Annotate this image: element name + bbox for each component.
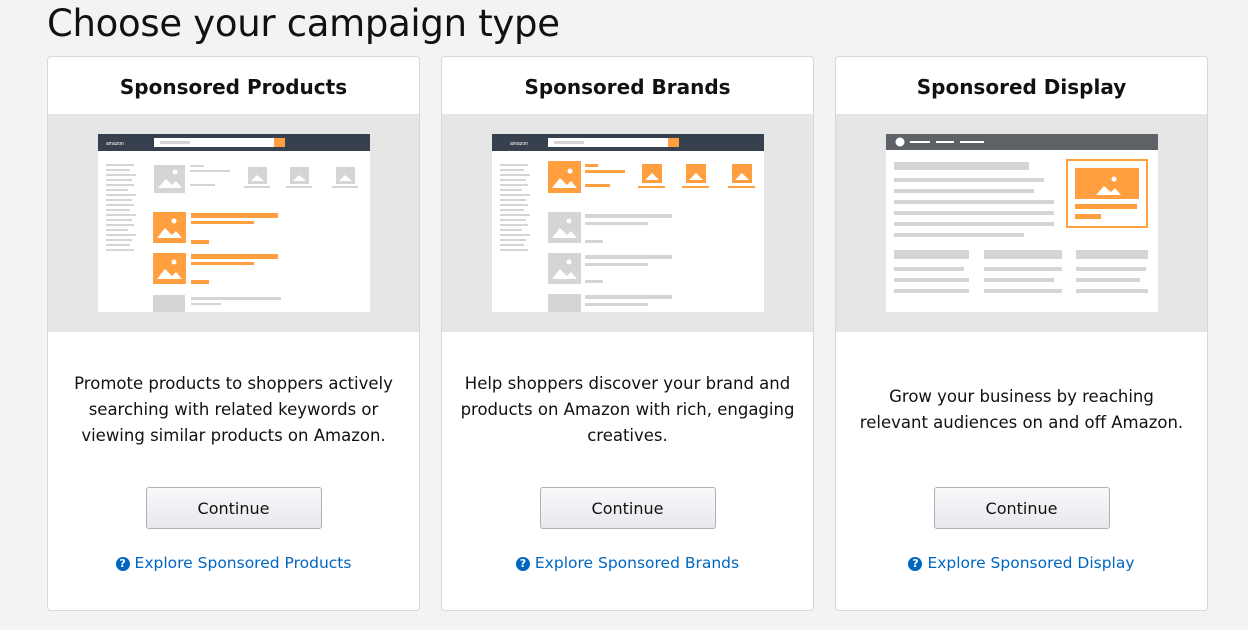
question-circle-icon: ? (908, 557, 923, 571)
card-description: Grow your business by reaching relevant … (859, 386, 1184, 432)
card-title: Sponsored Products (119, 75, 348, 99)
continue-button-sponsored-brands[interactable]: Continue (539, 487, 716, 529)
sponsored-products-illustration: amazon (48, 114, 419, 332)
continue-button-sponsored-display[interactable]: Continue (933, 487, 1110, 529)
card-description: Promote products to shoppers actively se… (74, 373, 393, 445)
explore-sponsored-display-link[interactable]: ? Explore Sponsored Display (836, 554, 1207, 572)
card-sponsored-display: Sponsored Display Grow your business by … (835, 56, 1208, 611)
question-circle-icon: ? (515, 557, 530, 571)
sponsored-display-illustration (836, 114, 1207, 332)
sponsored-brands-illustration: amazon (442, 114, 813, 332)
explore-link-label: Explore Sponsored Display (927, 554, 1135, 572)
card-title: Sponsored Brands (524, 75, 731, 99)
mock-amazon-logo: amazon (510, 141, 528, 147)
mock-amazon-logo: amazon (106, 141, 124, 147)
continue-button-sponsored-products[interactable]: Continue (145, 487, 322, 529)
card-sponsored-products: Sponsored Products amazon Promote produc… (47, 56, 420, 611)
card-title: Sponsored Display (916, 75, 1127, 99)
explore-sponsored-products-link[interactable]: ? Explore Sponsored Products (48, 554, 419, 572)
question-circle-icon: ? (115, 557, 130, 571)
page-title: Choose your campaign type (47, 2, 560, 45)
card-sponsored-brands: Sponsored Brands amazon Help shoppers di… (441, 56, 814, 611)
explore-link-label: Explore Sponsored Products (134, 554, 352, 572)
explore-sponsored-brands-link[interactable]: ? Explore Sponsored Brands (442, 554, 813, 572)
explore-link-label: Explore Sponsored Brands (534, 554, 740, 572)
card-description: Help shoppers discover your brand and pr… (460, 373, 795, 445)
